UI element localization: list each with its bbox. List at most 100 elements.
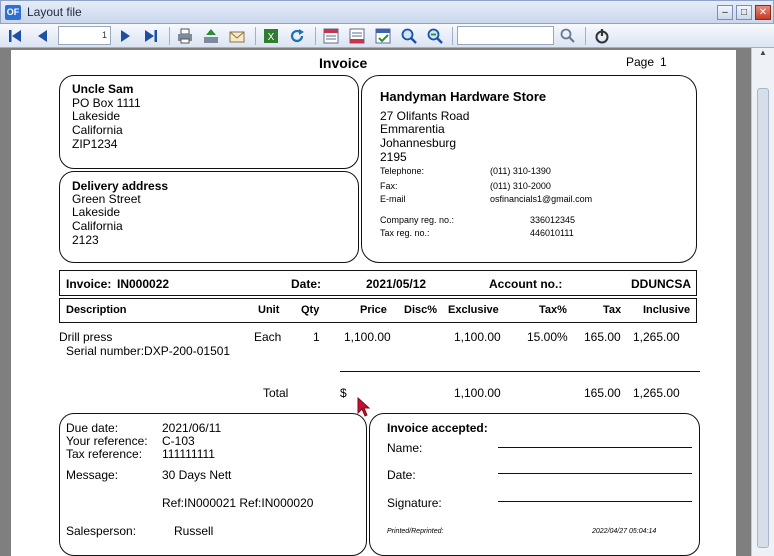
company-name: Handyman Hardware Store (380, 89, 547, 104)
tax-reg-value: 446010111 (530, 228, 574, 238)
company-address-line: Johannesburg (380, 136, 457, 150)
total-currency: $ (340, 386, 347, 400)
last-page-icon[interactable] (142, 27, 160, 45)
telephone-label: Telephone: (380, 166, 425, 176)
invoice-date: 2021/05/12 (366, 277, 427, 291)
total-tax: 165.00 (584, 386, 621, 400)
fax-label: Fax: (380, 181, 398, 191)
item-exclusive: 1,100.00 (454, 330, 501, 344)
account-number: DDUNCSA (631, 277, 691, 291)
page-layout-icon[interactable] (322, 27, 340, 45)
page-number: 1 (660, 55, 667, 69)
tax-reg-label: Tax reg. no.: (380, 228, 430, 238)
item-unit: Each (254, 330, 282, 344)
invoice-title: Invoice (319, 55, 368, 71)
date-signature-line (498, 473, 692, 474)
date-label: Date: (291, 277, 322, 291)
tax-reference-label: Tax reference: (66, 447, 143, 461)
account-label: Account no.: (489, 277, 563, 291)
page-number-input[interactable]: 1 (58, 26, 111, 45)
printed-timestamp: 2022/04/27 05:04:14 (592, 528, 657, 535)
item-tax-percent: 15.00% (527, 330, 568, 344)
total-label: Total (263, 386, 289, 400)
item-inclusive: 1,265.00 (633, 330, 680, 344)
column-price: Price (360, 304, 387, 316)
column-unit: Unit (258, 304, 280, 316)
mouse-cursor-icon (357, 397, 371, 417)
column-tax: Tax (603, 304, 622, 316)
export-excel-icon[interactable]: X (262, 27, 280, 45)
page-label: Page (626, 55, 655, 69)
company-reg-label: Company reg. no.: (380, 215, 455, 225)
total-inclusive: 1,265.00 (633, 386, 680, 400)
window-title: Layout file (27, 5, 82, 19)
item-price: 1,100.00 (344, 330, 391, 344)
scroll-up-arrow-icon[interactable]: ▲ (752, 48, 774, 62)
company-address-line: Emmarentia (380, 122, 445, 136)
print-icon[interactable] (176, 27, 194, 45)
invoice-page: Invoice Page 1 Uncle Sam PO Box 1111 Lak… (11, 50, 736, 556)
message-text: 30 Days Nett (162, 468, 232, 482)
name-signature-line (498, 447, 692, 448)
maximize-button[interactable]: □ (736, 5, 752, 20)
column-tax-percent: Tax% (539, 304, 567, 316)
exit-icon[interactable] (593, 27, 611, 45)
customer-address-line: California (72, 123, 123, 137)
check-icon[interactable] (374, 27, 392, 45)
search-input[interactable] (457, 26, 554, 45)
app-logo-icon: OF (5, 5, 21, 20)
delivery-address-line: Lakeside (72, 205, 121, 219)
column-description: Description (66, 304, 127, 316)
salesperson-name: Russell (174, 524, 214, 538)
first-page-icon[interactable] (6, 27, 24, 45)
window-titlebar: OF Layout file – □ ✕ (0, 0, 774, 24)
toolbar-separator (315, 27, 316, 45)
scrollbar-thumb[interactable] (757, 88, 769, 548)
email-label: E-mail (380, 194, 406, 204)
column-exclusive: Exclusive (448, 304, 499, 316)
vertical-scrollbar[interactable]: ▲ (751, 48, 774, 556)
toolbar-separator (585, 27, 586, 45)
column-inclusive: Inclusive (643, 304, 691, 316)
column-disc: Disc% (404, 304, 438, 316)
invoice-number: IN000022 (117, 277, 170, 291)
totals-divider (340, 371, 700, 372)
message-label: Message: (66, 468, 119, 482)
company-reg-value: 336012345 (530, 215, 576, 225)
delivery-address-line: 2123 (72, 233, 99, 247)
item-serial-number: Serial number:DXP-200-01501 (66, 344, 231, 358)
customer-address-line: ZIP1234 (72, 137, 118, 151)
search-icon[interactable] (559, 27, 577, 45)
column-qty: Qty (301, 304, 320, 316)
toolbar: 1 X (0, 24, 774, 48)
email-value: osfinancials1@gmail.com (490, 194, 593, 204)
zoom-out-icon[interactable] (426, 27, 444, 45)
email-icon[interactable] (228, 27, 246, 45)
signature-line (498, 501, 692, 502)
previous-page-icon[interactable] (34, 27, 52, 45)
tax-reference: 111111111 (162, 447, 215, 461)
invoice-accepted-heading: Invoice accepted: (387, 421, 488, 435)
close-button[interactable]: ✕ (755, 5, 771, 20)
company-address-line: 2195 (380, 150, 407, 164)
svg-text:X: X (268, 32, 275, 43)
next-page-icon[interactable] (116, 27, 134, 45)
zoom-in-icon[interactable] (400, 27, 418, 45)
customer-address-line: Lakeside (72, 109, 121, 123)
toolbar-separator (169, 27, 170, 45)
telephone-value: (011) 310-1390 (490, 166, 551, 176)
invoice-number-label: Invoice: (66, 277, 112, 291)
printed-label: Printed/Reprinted: (387, 528, 444, 535)
item-description: Drill press (59, 330, 113, 344)
refresh-icon[interactable] (288, 27, 306, 45)
minimize-button[interactable]: – (717, 5, 733, 20)
toolbar-separator (255, 27, 256, 45)
export-icon[interactable] (202, 27, 220, 45)
accepted-date-label: Date: (387, 468, 416, 482)
accepted-name-label: Name: (387, 441, 423, 455)
toolbar-separator (452, 27, 453, 45)
message-references: Ref:IN000021 Ref:IN000020 (162, 496, 314, 510)
page-setup-icon[interactable] (348, 27, 366, 45)
delivery-address-line: California (72, 219, 123, 233)
total-exclusive: 1,100.00 (454, 386, 501, 400)
